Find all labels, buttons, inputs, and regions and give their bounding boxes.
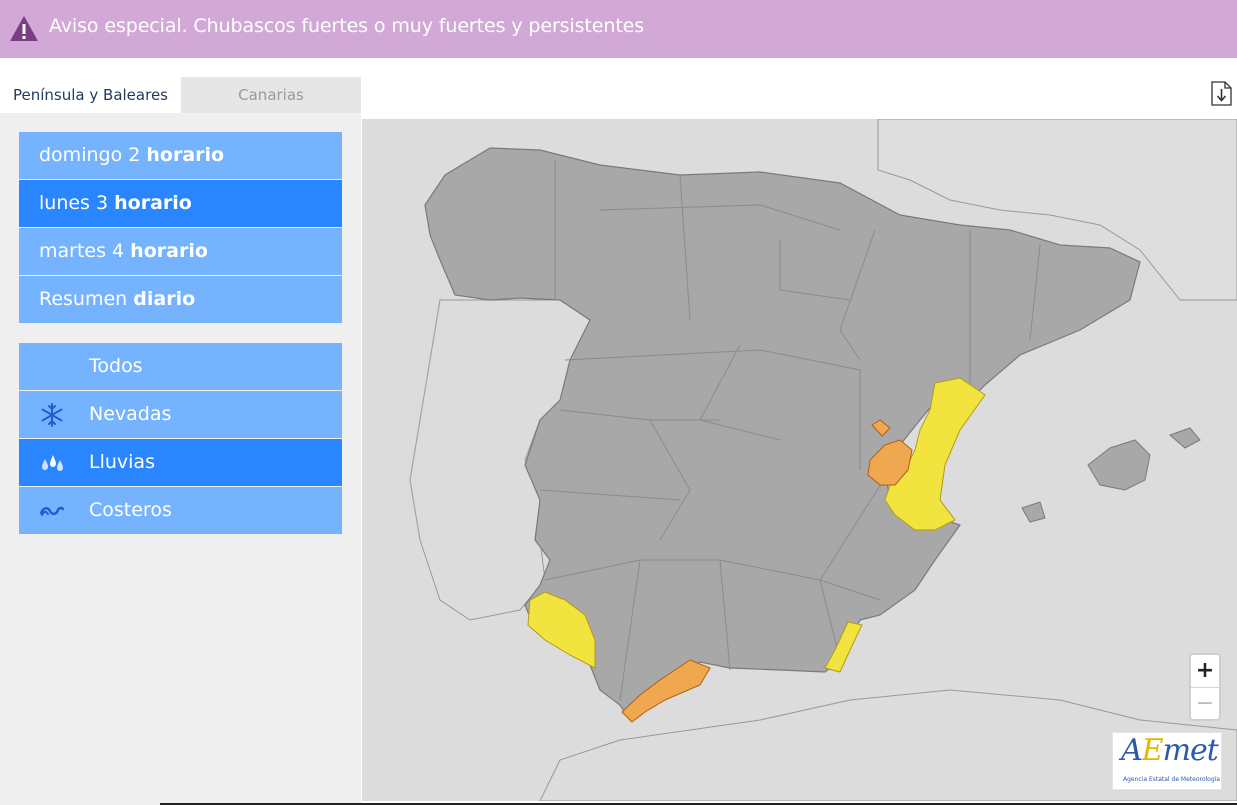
zoom-out-button[interactable]: − [1191, 688, 1219, 720]
phenomenon-costeros[interactable]: Costeros [19, 487, 342, 534]
tab-canarias[interactable]: Canarias [181, 77, 361, 113]
logo-subtitle: Agencia Estatal de Meteorología [1123, 776, 1220, 783]
phenomena-list: Todos Nevadas Lluvias Costeros [19, 343, 342, 535]
map-canvas [409, 119, 1237, 801]
day-item-label: domingo 2 [39, 144, 147, 166]
phenomenon-label: Costeros [89, 499, 172, 521]
day-item-martes[interactable]: martes 4 horario [19, 228, 342, 275]
raindrops-icon [42, 455, 63, 471]
day-item-resumen[interactable]: Resumen diario [19, 276, 342, 323]
aemet-logo: AEmet Agencia Estatal de Meteorología [1112, 732, 1222, 790]
day-list: domingo 2 horario lunes 3 horario martes… [19, 132, 342, 324]
zoom-in-button[interactable]: + [1191, 655, 1219, 688]
phenomenon-label: Nevadas [89, 403, 172, 425]
day-item-mode: horario [146, 144, 225, 166]
phenomenon-lluvias[interactable]: Lluvias [19, 439, 342, 486]
zoom-control: + − [1189, 653, 1221, 721]
day-item-mode: horario [130, 240, 208, 262]
map-island-ibiza [1021, 501, 1046, 523]
download-arrow-icon[interactable] [1211, 81, 1232, 106]
map-island-mallorca [1087, 439, 1151, 491]
logo-wordmark: AEmet [1121, 733, 1219, 768]
tab-peninsula-baleares[interactable]: Península y Baleares [0, 77, 181, 113]
banner-title: Aviso especial. Chubascos fuertes o muy … [49, 15, 645, 37]
day-item-mode: diario [133, 288, 196, 310]
phenomenon-todos[interactable]: Todos [19, 343, 342, 390]
waves-icon [39, 506, 65, 516]
sidebar: Península y Baleares Canarias domingo 2 … [0, 77, 361, 805]
day-item-lunes[interactable]: lunes 3 horario [19, 180, 342, 227]
day-item-label: martes 4 [39, 240, 131, 262]
phenomenon-label: Todos [89, 355, 143, 377]
phenomenon-label: Lluvias [89, 451, 155, 473]
phenomenon-nevadas[interactable]: Nevadas [19, 391, 342, 438]
warning-triangle-icon [10, 16, 38, 41]
region-tabs: Península y Baleares Canarias [0, 77, 361, 113]
map-island-menorca [1169, 427, 1201, 449]
warning-banner: Aviso especial. Chubascos fuertes o muy … [0, 0, 1237, 58]
day-item-label: lunes 3 [39, 192, 115, 214]
day-item-domingo[interactable]: domingo 2 horario [19, 132, 342, 179]
day-item-mode: horario [114, 192, 192, 214]
warning-map[interactable] [362, 119, 1237, 801]
snowflake-icon [41, 403, 63, 427]
day-item-label: Resumen [39, 288, 134, 310]
